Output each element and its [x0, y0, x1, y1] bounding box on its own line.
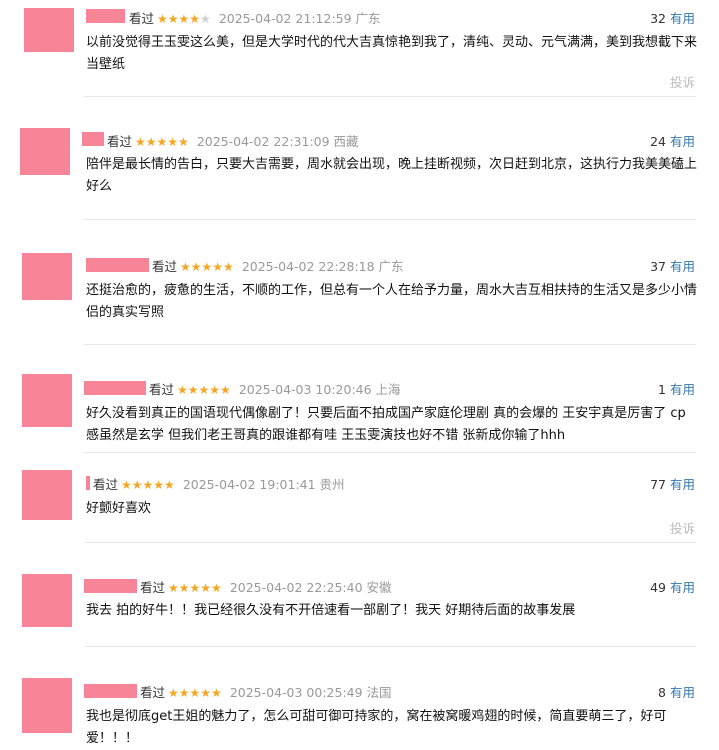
username[interactable] [84, 579, 137, 593]
watched-label: 看过 [93, 477, 119, 492]
useful-count: 77 [650, 477, 666, 492]
username[interactable] [84, 684, 137, 698]
watched-label: 看过 [149, 382, 175, 397]
username[interactable] [82, 132, 104, 146]
avatar[interactable] [20, 128, 70, 175]
username[interactable] [86, 476, 90, 490]
useful-count: 24 [650, 134, 666, 149]
useful-button[interactable]: 有用 [670, 685, 695, 700]
review-content: 还挺治愈的，疲惫的生活，不顺的工作，但总有一个人在给予力量，周水大吉互相扶持的生… [86, 283, 698, 320]
watched-label: 看过 [129, 11, 155, 26]
avatar[interactable] [22, 574, 72, 627]
useful-button[interactable]: 有用 [670, 11, 695, 26]
review-time: 2025-04-03 10:20:46 上海 [238, 382, 401, 397]
avatar[interactable] [22, 374, 72, 427]
rating-stars: ★★★★★ [157, 12, 211, 26]
divider [84, 646, 696, 647]
rating-meta: 看过 ★★★★★ 2025-04-02 22:28:18 广东 [152, 256, 404, 275]
review-content: 好久没看到真正的国语现代偶像剧了！只要后面不拍成国产家庭伦理剧 真的会爆的 王安… [86, 406, 686, 443]
username[interactable] [86, 9, 125, 23]
watched-label: 看过 [152, 259, 178, 274]
review-content: 我去 拍的好牛！！我已经很久没有不开倍速看一部剧了！我天 好期待后面的故事发展 [86, 603, 576, 618]
useful-vote[interactable]: 8 有用 [658, 682, 695, 701]
divider [84, 96, 696, 97]
useful-button[interactable]: 有用 [670, 382, 695, 397]
useful-count: 49 [650, 580, 666, 595]
useful-button[interactable]: 有用 [670, 134, 695, 149]
review-time: 2025-04-02 22:31:09 西藏 [196, 134, 359, 149]
avatar[interactable] [22, 253, 72, 300]
rating-stars: ★★★★★ [180, 260, 234, 274]
avatar[interactable] [24, 8, 74, 52]
useful-count: 8 [658, 685, 666, 700]
rating-meta: 看过 ★★★★★ 2025-04-02 22:25:40 安徽 [140, 577, 392, 596]
divider [84, 344, 696, 345]
useful-button[interactable]: 有用 [670, 580, 695, 595]
useful-count: 32 [650, 11, 666, 26]
watched-label: 看过 [140, 580, 166, 595]
rating-stars: ★★★★★ [168, 686, 222, 700]
useful-count: 37 [650, 259, 666, 274]
avatar[interactable] [22, 678, 72, 733]
rating-meta: 看过 ★★★★★ 2025-04-02 22:31:09 西藏 [107, 131, 359, 150]
username[interactable] [84, 381, 146, 395]
review-content: 好颤好喜欢 [86, 501, 152, 516]
useful-vote[interactable]: 49 有用 [650, 577, 695, 596]
report-link[interactable]: 投诉 [670, 72, 695, 91]
watched-label: 看过 [140, 685, 166, 700]
review-content: 我也是彻底get王姐的魅力了，怎么可甜可御可持家的，窝在被窝暖鸡翅的时候，简直要… [86, 709, 667, 746]
review-time: 2025-04-03 00:25:49 法国 [229, 685, 392, 700]
watched-label: 看过 [107, 134, 133, 149]
rating-meta: 看过 ★★★★★ 2025-04-03 00:25:49 法国 [140, 682, 392, 701]
divider [84, 452, 696, 453]
rating-stars: ★★★★★ [121, 478, 175, 492]
divider [84, 219, 696, 220]
rating-stars: ★★★★★ [135, 135, 189, 149]
useful-button[interactable]: 有用 [670, 477, 695, 492]
rating-stars: ★★★★★ [168, 581, 222, 595]
avatar[interactable] [22, 470, 72, 520]
useful-vote[interactable]: 32 有用 [650, 8, 695, 27]
review-time: 2025-04-02 22:28:18 广东 [241, 259, 404, 274]
review-time: 2025-04-02 19:01:41 贵州 [182, 477, 345, 492]
review-time: 2025-04-02 21:12:59 广东 [218, 11, 381, 26]
rating-meta: 看过 ★★★★★ 2025-04-02 19:01:41 贵州 [93, 474, 345, 493]
useful-vote[interactable]: 37 有用 [650, 256, 695, 275]
useful-button[interactable]: 有用 [670, 259, 695, 274]
rating-stars: ★★★★★ [177, 383, 231, 397]
rating-meta: 看过 ★★★★★ 2025-04-02 21:12:59 广东 [129, 8, 381, 27]
useful-vote[interactable]: 77 有用 [650, 474, 695, 493]
username[interactable] [86, 258, 149, 272]
divider [84, 542, 696, 543]
report-link[interactable]: 投诉 [670, 518, 695, 537]
review-content: 陪伴是最长情的告白，只要大吉需要，周水就会出现，晚上挂断视频，次日赶到北京，这执… [86, 157, 698, 194]
useful-count: 1 [658, 382, 666, 397]
useful-vote[interactable]: 1 有用 [658, 379, 695, 398]
rating-meta: 看过 ★★★★★ 2025-04-03 10:20:46 上海 [149, 379, 401, 398]
review-content: 以前没觉得王玉雯这么美，但是大学时代的代大吉真惊艳到我了，清纯、灵动、元气满满，… [86, 35, 698, 72]
useful-vote[interactable]: 24 有用 [650, 131, 695, 150]
review-time: 2025-04-02 22:25:40 安徽 [229, 580, 392, 595]
